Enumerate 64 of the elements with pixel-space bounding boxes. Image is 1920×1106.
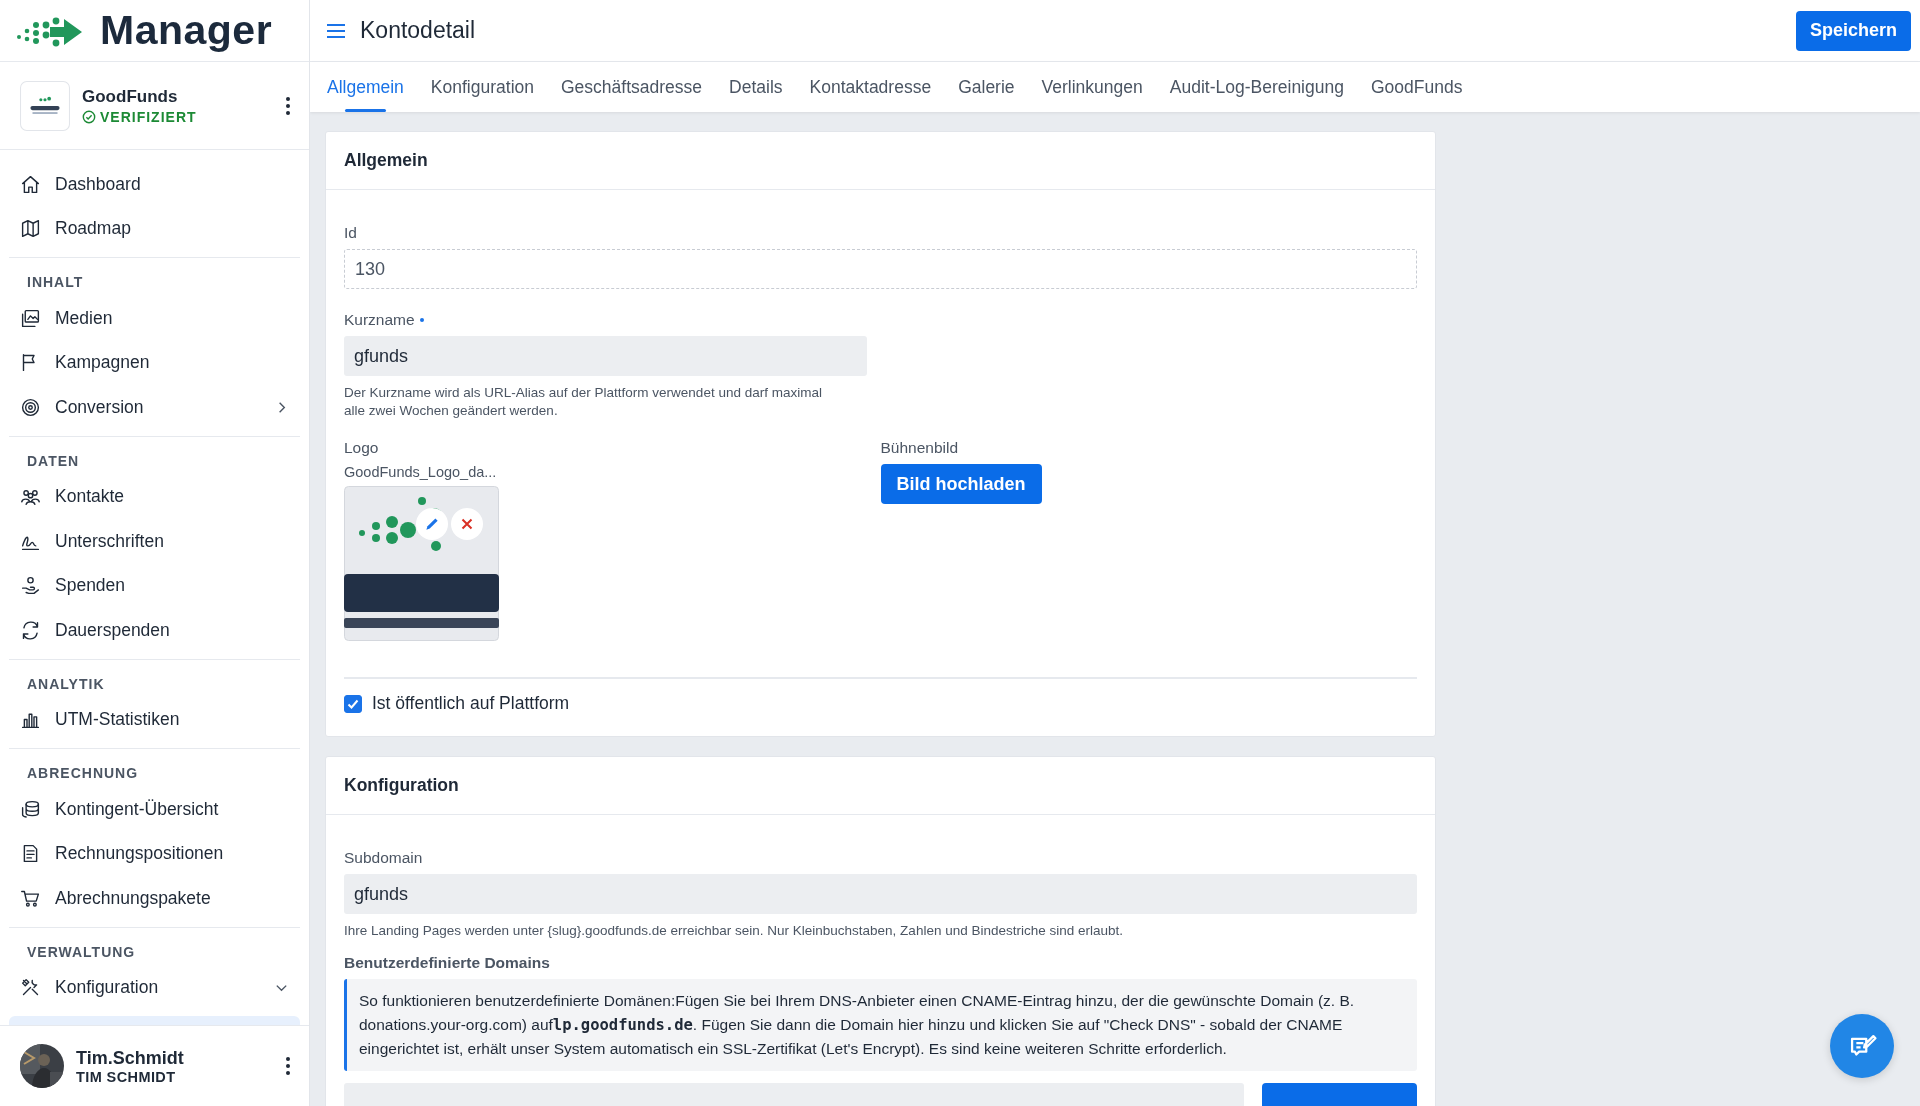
id-field[interactable]: 130 <box>344 249 1417 289</box>
hand-icon <box>20 575 41 597</box>
media-icon <box>20 307 41 329</box>
tab[interactable]: Verlinkungen <box>1041 62 1143 112</box>
sidebar-item[interactable]: Dauerspenden <box>9 608 300 653</box>
tab[interactable]: Galerie <box>958 62 1015 112</box>
upload-button[interactable]: Bild hochladen <box>880 464 1042 505</box>
section-heading: ANALYTIK <box>26 674 106 694</box>
sidebar-item[interactable]: Kontingent-Übersicht <box>9 787 300 832</box>
home-icon <box>20 173 41 195</box>
card-title: Konfiguration <box>344 775 459 797</box>
sidebar-item[interactable]: Kampagnen <box>9 340 300 385</box>
field-label: Id <box>344 224 358 242</box>
field-label: Logo <box>344 439 380 458</box>
sidebar-item[interactable]: UTM-Statistiken <box>9 697 300 742</box>
sidebar-item[interactable]: Unterschriften <box>9 519 300 564</box>
sidebar-item[interactable]: Abrechnungspakete <box>9 876 300 921</box>
user-name: Tim.Schmidt <box>76 1047 185 1069</box>
short-name-field[interactable]: gfunds <box>344 336 867 376</box>
sidebar-item[interactable]: Conversion <box>9 385 300 430</box>
target-icon <box>20 396 41 418</box>
coins-icon <box>20 798 41 820</box>
field-label: Subdomain <box>344 849 424 868</box>
sidebar-item[interactable]: Dashboard <box>9 162 300 207</box>
checkbox-label: Ist öffentlich auf Plattform <box>372 693 570 715</box>
page-title: Kontodetail <box>360 17 477 44</box>
section-heading: VERWALTUNG <box>26 942 137 962</box>
menu-icon[interactable] <box>326 22 346 39</box>
help-text: Der Kurzname wird als URL-Alias auf der Plattform verwendet und darf maximal alle zwei Wochen geändert werden. <box>344 384 823 420</box>
info-box: So funktionieren benutzerdefinierte Domänen:Fügen Sie bei Ihrem DNS-Anbieter einen CNAME-Eintrag hinzu, der die gewünschte Domain (z. B. donations.your-org.com) auflp.goodfunds.de. Fügen Sie dann die Domain hier hinzu und klicken Sie auf "Check DNS" - sobald der CNAME eingerichtet ist, erhält unser System automatisch ein SSL-Zertifikat (Let's Encrypt). Es sind keine weiteren Schritte erforderlich. <box>344 978 1417 1071</box>
section-heading: INHALT <box>26 273 85 292</box>
account-name: GoodFunds <box>82 86 179 107</box>
tab[interactable]: Allgemein <box>327 62 404 112</box>
sidebar-item[interactable]: Roadmap <box>9 206 300 251</box>
tab[interactable]: Geschäftsadresse <box>561 62 703 112</box>
section-heading: ABRECHNUNG <box>26 764 140 783</box>
refresh-icon <box>20 619 41 641</box>
map-icon <box>20 218 41 240</box>
user-full-name: TIM SCHMIDT <box>76 1068 177 1085</box>
app-title: Manager <box>100 7 273 54</box>
tab[interactable]: Details <box>729 62 783 112</box>
checkbox[interactable] <box>344 694 362 713</box>
sidebar-item[interactable]: Rechnungspositionen <box>9 831 300 876</box>
field-label: Kurzname <box>344 311 1417 329</box>
tab[interactable]: Audit-Log-Bereinigung <box>1169 62 1344 112</box>
more-icon[interactable] <box>285 1056 291 1076</box>
section-heading: DATEN <box>26 451 81 471</box>
more-icon[interactable] <box>285 95 291 116</box>
help-text: Ihre Landing Pages werden unter {slug}.goodfunds.de erreichbar sein. Nur Kleinbuchstaben, Zahlen und Bindestriche sind erlaubt. <box>344 922 1124 940</box>
field-label: Bühnenbild <box>880 439 960 458</box>
sidebar-item[interactable]: Spenden <box>9 563 300 608</box>
tab[interactable]: GoodFunds <box>1370 62 1463 112</box>
sidebar-item[interactable]: Konfiguration <box>9 965 300 1010</box>
subdomain-field[interactable]: gfunds <box>344 874 1417 915</box>
card-title: Allgemein <box>344 150 428 171</box>
verified-badge: VERIFIZIERT <box>82 108 273 125</box>
sidebar-item[interactable]: Kontakte <box>9 474 300 519</box>
file-name: GoodFunds_Logo_da... <box>344 464 498 481</box>
feedback-button[interactable] <box>1830 1014 1894 1078</box>
section-heading: Benutzerdefinierte Domains <box>344 953 551 972</box>
save-button[interactable]: Speichern <box>1795 10 1911 51</box>
tab[interactable]: Kontaktadresse <box>809 62 932 112</box>
tab[interactable]: Konfiguration <box>430 62 534 112</box>
sidebar-item[interactable]: Medien <box>9 296 300 341</box>
